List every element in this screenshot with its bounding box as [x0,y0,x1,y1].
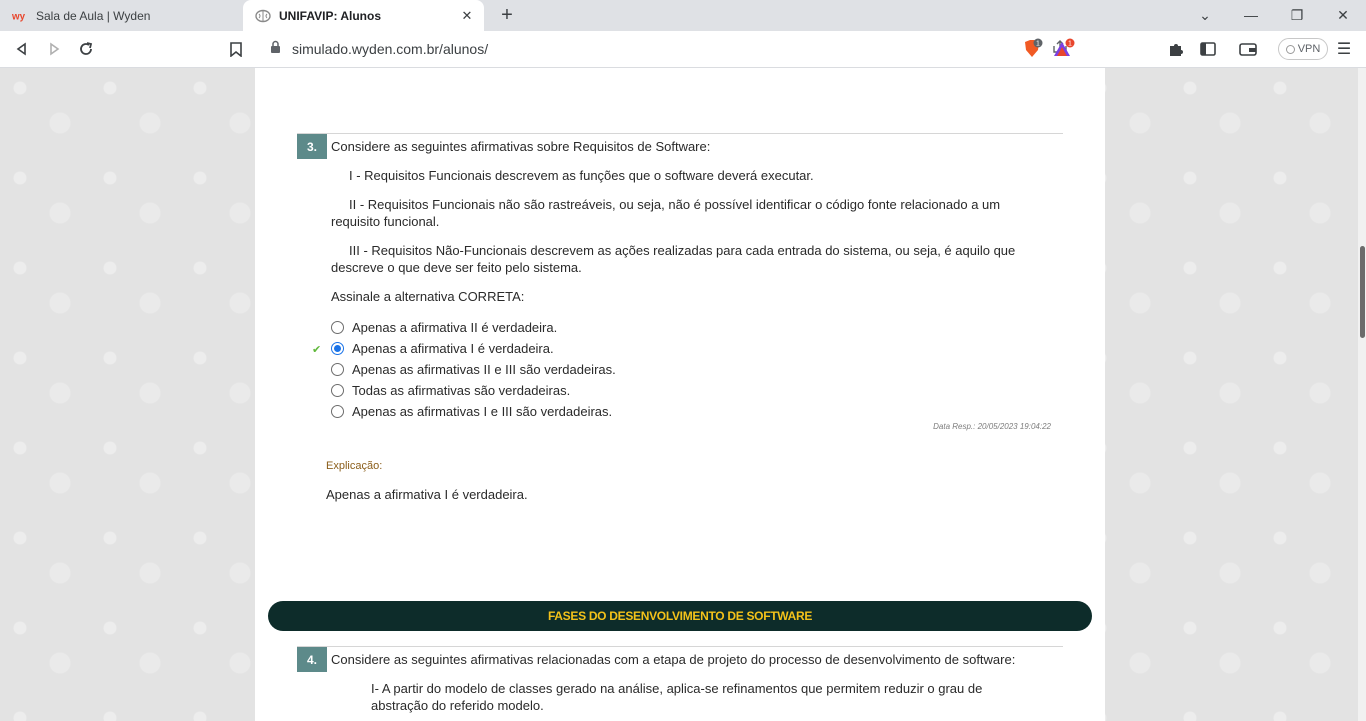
menu-hamburger-icon[interactable]: ☰ [1332,37,1356,61]
vpn-status-dot-icon [1285,44,1295,54]
option-d[interactable]: Todas as afirmativas são verdadeiras. [331,383,570,398]
tab-title: Sala de Aula | Wyden [36,8,151,23]
statement-2: II - Requisitos Funcionais não são rastr… [349,197,1001,212]
brave-rewards-icon[interactable]: 1 [1052,37,1076,61]
radio-button[interactable] [331,384,344,397]
radio-button-selected[interactable] [331,342,344,355]
question-instruction: Assinale a alternativa CORRETA: [331,289,525,304]
tab-title: UNIFAVIP: Alunos [279,8,381,23]
url-text: simulado.wyden.com.br/alunos/ [292,41,489,57]
option-c[interactable]: Apenas as afirmativas II e III são verda… [331,362,616,377]
scrollbar-thumb[interactable] [1360,246,1365,338]
lock-icon [270,40,284,58]
option-e[interactable]: Apenas as afirmativas I e III são verdad… [331,404,612,419]
option-b[interactable]: Apenas a afirmativa I é verdadeira. [331,341,554,356]
option-label: Todas as afirmativas são verdadeiras. [352,383,571,398]
question-prompt: Considere as seguintes afirmativas relac… [331,652,1016,667]
option-a[interactable]: Apenas a afirmativa II é verdadeira. [331,320,557,335]
divider [297,646,1063,647]
reload-icon [80,42,93,55]
option-label: Apenas a afirmativa I é verdadeira. [352,341,554,356]
brave-badge: 1 [1036,41,1040,48]
close-window-button[interactable]: ✕ [1320,0,1366,31]
sidebar-icon[interactable] [1196,37,1220,61]
statement-1-continuation: abstração do referido modelo. [371,698,544,713]
forward-button[interactable] [42,37,66,61]
browser-toolbar: simulado.wyden.com.br/alunos/ 1 1 VPN ☰ [0,31,1366,68]
tab-unifavip-alunos[interactable]: UNIFAVIP: Alunos ✕ [243,0,484,31]
correct-check-icon: ✔ [312,344,322,356]
address-bar[interactable]: simulado.wyden.com.br/alunos/ [258,35,1082,63]
statement-3-continuation: descreve o que deve ser feito pelo siste… [331,260,582,275]
option-label: Apenas as afirmativas II e III são verda… [352,362,616,377]
svg-text:wy: wy [12,11,26,21]
restore-button[interactable]: ❐ [1274,0,1320,31]
vpn-label: VPN [1297,43,1321,55]
rewards-badge: 1 [1068,41,1072,48]
statement-3: III - Requisitos Não-Funcionais descreve… [349,243,1016,258]
wallet-icon[interactable] [1236,37,1260,61]
section-banner: FASES DO DESENVOLVIMENTO DE SOFTWARE [268,601,1092,631]
brave-shields-icon[interactable]: 1 [1020,37,1044,61]
back-button[interactable] [10,37,34,61]
statement-1: I- A partir do modelo de classes gerado … [371,681,983,696]
question-number-badge: 4. [297,647,327,672]
vpn-button[interactable]: VPN [1278,38,1328,60]
tab-search-chevron-icon[interactable]: ⌄ [1182,0,1228,31]
new-tab-button[interactable]: + [496,4,518,26]
extensions-puzzle-icon[interactable] [1164,37,1188,61]
question-prompt: Considere as seguintes afirmativas sobre… [331,139,711,154]
brain-icon [255,8,271,24]
option-label: Apenas as afirmativas I e III são verdad… [352,404,613,419]
divider [297,133,1063,134]
scrollbar-track[interactable] [1358,68,1366,721]
tab-strip: wy Sala de Aula | Wyden UNIFAVIP: Alunos… [0,0,1366,31]
tab-sala-de-aula[interactable]: wy Sala de Aula | Wyden [0,0,242,31]
forward-arrow-icon [50,42,60,56]
explanation-text: Apenas a afirmativa I é verdadeira. [326,487,528,502]
response-date: Data Resp.: 20/05/2023 19:04:22 [933,422,1051,431]
statement-1: I - Requisitos Funcionais descrevem as f… [349,168,814,183]
wyden-logo-icon: wy [12,8,28,24]
radio-button[interactable] [331,405,344,418]
close-tab-icon[interactable]: ✕ [458,8,476,24]
bookmark-button[interactable] [224,37,248,61]
reload-button[interactable] [74,37,98,61]
radio-button[interactable] [331,363,344,376]
radio-button[interactable] [331,321,344,334]
statement-2-continuation: requisito funcional. [331,214,440,229]
back-arrow-icon [16,42,26,56]
minimize-button[interactable]: — [1228,0,1274,31]
explanation-label: Explicação: [326,460,383,472]
option-label: Apenas a afirmativa II é verdadeira. [352,320,558,335]
bookmark-icon [230,41,242,57]
question-number-badge: 3. [297,134,327,159]
